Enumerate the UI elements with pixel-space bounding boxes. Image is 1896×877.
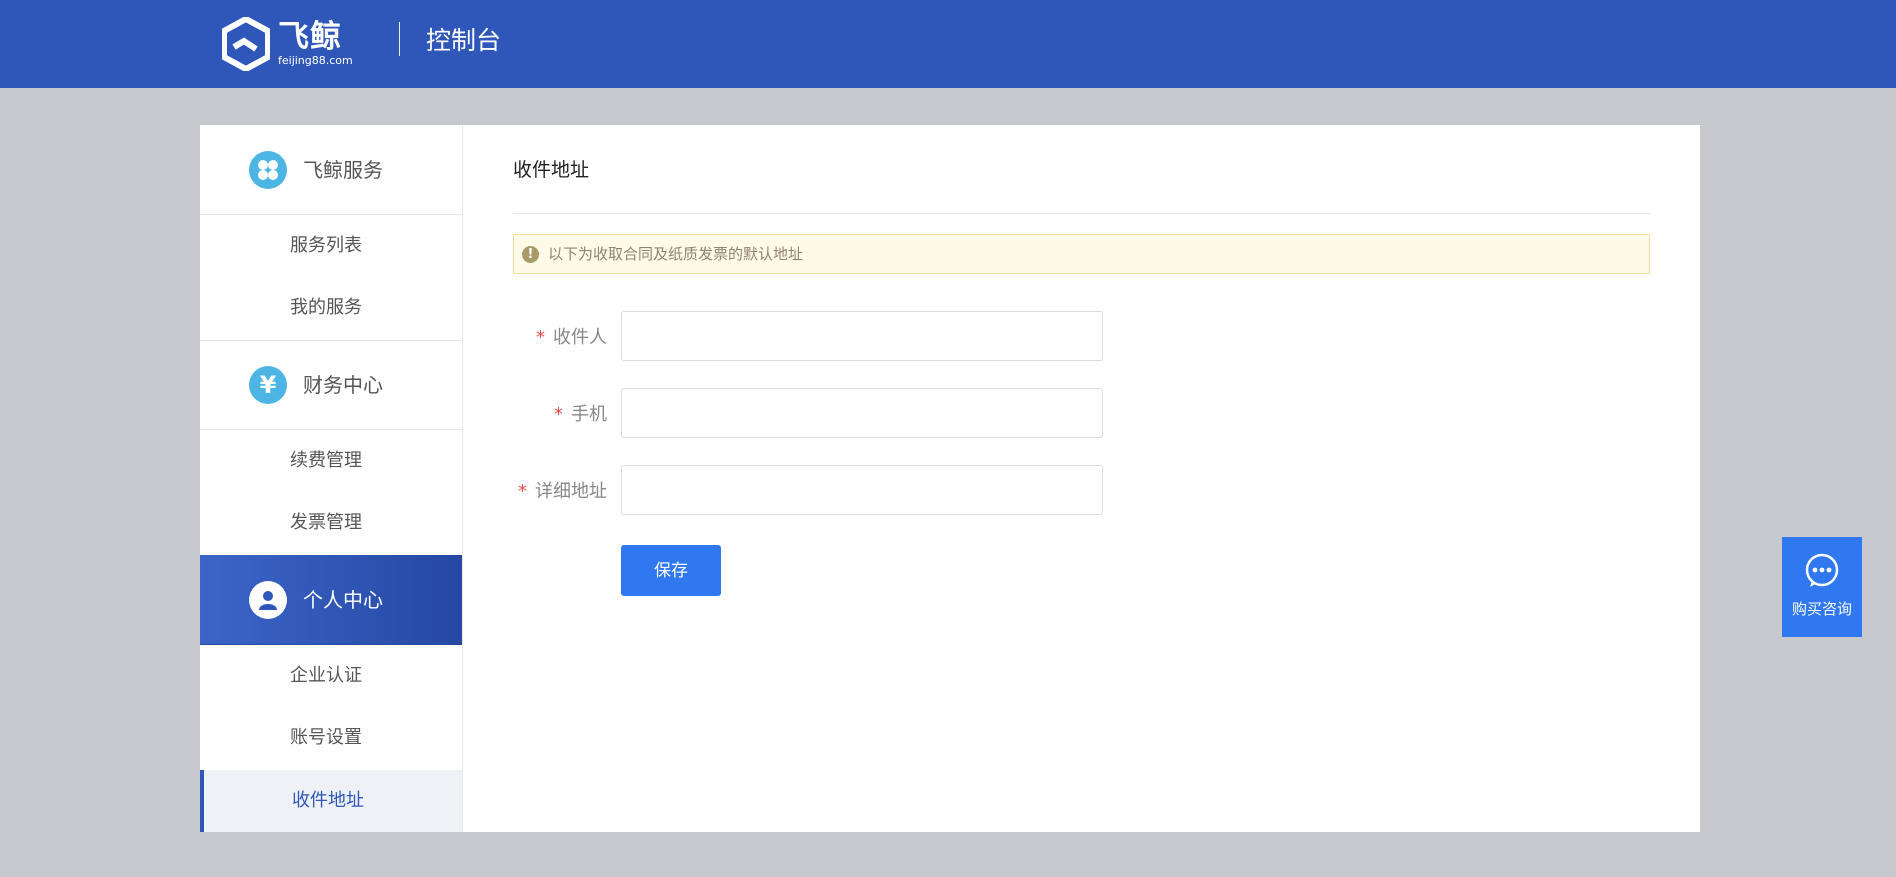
- notice-text: 以下为收取合同及纸质发票的默认地址: [548, 245, 804, 263]
- required-mark: *: [518, 481, 527, 502]
- yen-icon: ¥: [249, 366, 287, 404]
- sidebar-item-enterprise-verification[interactable]: 企业认证: [200, 645, 462, 707]
- sidebar-group-finance[interactable]: ¥ 财务中心: [200, 340, 462, 430]
- form-row-address: * 详细地址: [513, 465, 1113, 519]
- required-mark: *: [554, 404, 563, 425]
- title-divider: [513, 213, 1650, 214]
- sidebar-group-personal-center[interactable]: 个人中心: [200, 555, 462, 645]
- user-icon: [249, 581, 287, 619]
- brand-logo[interactable]: 飞鲸 feijing88.com: [222, 17, 353, 71]
- exclamation-icon: !: [522, 246, 539, 263]
- logo-domain: feijing88.com: [278, 54, 353, 67]
- purchase-consult-widget[interactable]: 购买咨询: [1782, 537, 1862, 637]
- logo-text: 飞鲸: [278, 19, 342, 55]
- sidebar-item-account-settings[interactable]: 账号设置: [200, 707, 462, 769]
- phone-label: * 手机: [554, 404, 607, 425]
- sidebar-item-invoice[interactable]: 发票管理: [200, 492, 462, 554]
- address-input[interactable]: [621, 465, 1103, 515]
- sidebar-item-service-list[interactable]: 服务列表: [200, 215, 462, 277]
- notice-banner: ! 以下为收取合同及纸质发票的默认地址: [513, 234, 1650, 274]
- recipient-label: * 收件人: [536, 327, 607, 348]
- header-divider: [399, 22, 400, 56]
- form-row-recipient: * 收件人: [513, 311, 1113, 365]
- recipient-input[interactable]: [621, 311, 1103, 361]
- sidebar-group-label: 个人中心: [303, 588, 383, 612]
- logo-icon: [222, 17, 270, 71]
- address-label: * 详细地址: [518, 481, 607, 502]
- page-title: 收件地址: [513, 159, 590, 181]
- save-button[interactable]: 保存: [621, 545, 721, 596]
- required-mark: *: [536, 327, 545, 348]
- header-title: 控制台: [426, 26, 502, 55]
- main-panel: 飞鲸服务 服务列表 我的服务 ¥ 财务中心 续费管理 发票管理 个人中心 企业认…: [200, 125, 1700, 832]
- sidebar-item-renewal[interactable]: 续费管理: [200, 430, 462, 492]
- phone-input[interactable]: [621, 388, 1103, 438]
- consult-label: 购买咨询: [1791, 600, 1852, 618]
- sidebar-group-label: 财务中心: [303, 373, 383, 397]
- sidebar-group-label: 飞鲸服务: [303, 158, 383, 182]
- form-row-phone: * 手机: [513, 388, 1113, 442]
- sidebar-item-my-services[interactable]: 我的服务: [200, 277, 462, 339]
- sidebar-item-shipping-address[interactable]: 收件地址: [200, 770, 462, 832]
- sidebar: 飞鲸服务 服务列表 我的服务 ¥ 财务中心 续费管理 发票管理 个人中心 企业认…: [200, 125, 463, 832]
- sidebar-group-feijing-service[interactable]: 飞鲸服务: [200, 125, 462, 215]
- clover-icon: [249, 151, 287, 189]
- chat-bubble-icon: [1805, 553, 1839, 587]
- top-header: 飞鲸 feijing88.com 控制台: [0, 0, 1896, 88]
